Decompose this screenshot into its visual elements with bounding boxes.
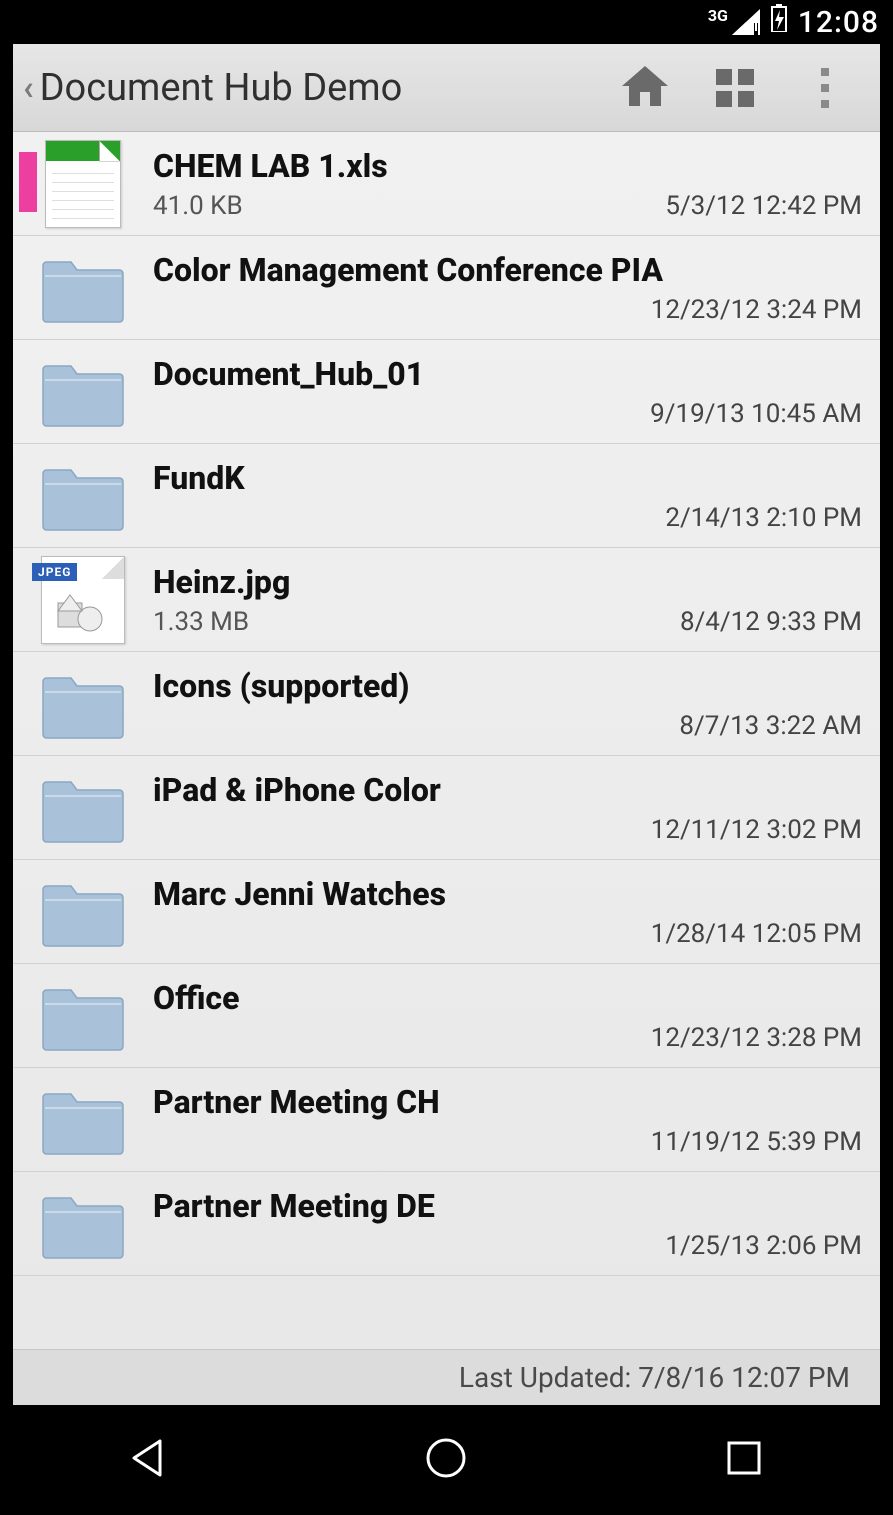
file-meta: FundK 2/14/13 2:10 PM bbox=[153, 459, 862, 533]
file-date: 12/23/12 3:28 PM bbox=[651, 1023, 862, 1053]
list-item[interactable]: JPEGHeinz.jpg 1.33 MB 8/4/12 9:33 PM bbox=[13, 548, 880, 652]
list-item[interactable]: Partner Meeting DE 1/25/13 2:06 PM bbox=[13, 1172, 880, 1276]
folder-icon bbox=[13, 460, 153, 532]
file-meta: Heinz.jpg 1.33 MB 8/4/12 9:33 PM bbox=[153, 563, 862, 637]
folder-icon bbox=[13, 1188, 153, 1260]
file-meta: iPad & iPhone Color 12/11/12 3:02 PM bbox=[153, 771, 862, 845]
action-bar: ‹ Document Hub Demo bbox=[13, 44, 880, 132]
status-bar: 3G 12:08 bbox=[0, 0, 893, 44]
file-name: Heinz.jpg bbox=[153, 563, 862, 601]
file-name: iPad & iPhone Color bbox=[153, 771, 862, 809]
square-icon bbox=[723, 1437, 765, 1483]
grid-view-button[interactable] bbox=[690, 44, 780, 132]
app-surface: ‹ Document Hub Demo CHEM LAB 1.xls 41.0 K… bbox=[13, 44, 880, 1405]
device-frame: 3G 12:08 ‹ Document Hub Demo CHEM bbox=[0, 0, 893, 1515]
grid-icon bbox=[716, 69, 754, 107]
file-date: 8/7/13 3:22 AM bbox=[679, 711, 862, 741]
file-name: Document_Hub_01 bbox=[153, 355, 862, 393]
network-label: 3G bbox=[708, 6, 728, 25]
file-date: 11/19/12 5:39 PM bbox=[651, 1127, 862, 1157]
file-date: 12/11/12 3:02 PM bbox=[651, 815, 862, 845]
list-item[interactable]: Marc Jenni Watches 1/28/14 12:05 PM bbox=[13, 860, 880, 964]
battery-icon bbox=[770, 4, 788, 40]
file-list[interactable]: CHEM LAB 1.xls 41.0 KB 5/3/12 12:42 PM Colo… bbox=[13, 132, 880, 1349]
spreadsheet-icon bbox=[13, 140, 153, 228]
file-date: 1/28/14 12:05 PM bbox=[651, 919, 862, 949]
list-item[interactable]: iPad & iPhone Color 12/11/12 3:02 PM bbox=[13, 756, 880, 860]
file-meta: Icons (supported) 8/7/13 3:22 AM bbox=[153, 667, 862, 741]
list-item[interactable]: Document_Hub_01 9/19/13 10:45 AM bbox=[13, 340, 880, 444]
nav-back-button[interactable] bbox=[49, 1405, 249, 1515]
file-size: 1.33 MB bbox=[153, 607, 249, 637]
folder-icon bbox=[13, 1084, 153, 1156]
menu-icon bbox=[821, 68, 829, 108]
file-name: Office bbox=[153, 979, 862, 1017]
file-date: 1/25/13 2:06 PM bbox=[665, 1231, 862, 1261]
list-item[interactable]: Icons (supported) 8/7/13 3:22 AM bbox=[13, 652, 880, 756]
file-meta: Document_Hub_01 9/19/13 10:45 AM bbox=[153, 355, 862, 429]
folder-icon bbox=[13, 876, 153, 948]
folder-icon bbox=[13, 356, 153, 428]
file-meta: Color Management Conference PIA 12/23/12 … bbox=[153, 251, 862, 325]
circle-icon bbox=[423, 1435, 469, 1485]
file-size: 41.0 KB bbox=[153, 191, 243, 221]
file-meta: CHEM LAB 1.xls 41.0 KB 5/3/12 12:42 PM bbox=[153, 147, 862, 221]
list-item[interactable]: Office 12/23/12 3:28 PM bbox=[13, 964, 880, 1068]
file-date: 9/19/13 10:45 AM bbox=[650, 399, 862, 429]
file-meta: Marc Jenni Watches 1/28/14 12:05 PM bbox=[153, 875, 862, 949]
file-meta: Partner Meeting DE 1/25/13 2:06 PM bbox=[153, 1187, 862, 1261]
file-name: Partner Meeting DE bbox=[153, 1187, 862, 1225]
file-date: 2/14/13 2:10 PM bbox=[665, 503, 862, 533]
file-date: 12/23/12 3:24 PM bbox=[651, 295, 862, 325]
file-date: 5/3/12 12:42 PM bbox=[665, 191, 862, 221]
back-button[interactable]: ‹ bbox=[23, 68, 38, 108]
file-meta: Partner Meeting CH 11/19/12 5:39 PM bbox=[153, 1083, 862, 1157]
folder-icon bbox=[13, 980, 153, 1052]
file-name: FundK bbox=[153, 459, 862, 497]
folder-icon bbox=[13, 772, 153, 844]
image-file-icon: JPEG bbox=[13, 556, 153, 644]
file-name: Icons (supported) bbox=[153, 667, 862, 705]
nav-recent-button[interactable] bbox=[644, 1405, 844, 1515]
home-button[interactable] bbox=[600, 44, 690, 132]
file-name: CHEM LAB 1.xls bbox=[153, 147, 862, 185]
back-triangle-icon bbox=[126, 1435, 172, 1485]
list-item[interactable]: Color Management Conference PIA 12/23/12 … bbox=[13, 236, 880, 340]
list-item[interactable]: FundK 2/14/13 2:10 PM bbox=[13, 444, 880, 548]
nav-home-button[interactable] bbox=[346, 1405, 546, 1515]
overflow-menu-button[interactable] bbox=[780, 44, 870, 132]
page-title[interactable]: Document Hub Demo bbox=[40, 66, 403, 110]
android-nav-bar bbox=[0, 1405, 893, 1515]
folder-icon bbox=[13, 252, 153, 324]
file-meta: Office 12/23/12 3:28 PM bbox=[153, 979, 862, 1053]
signal-icon: 3G bbox=[732, 9, 760, 35]
file-date: 8/4/12 9:33 PM bbox=[680, 607, 862, 637]
file-name: Marc Jenni Watches bbox=[153, 875, 862, 913]
status-clock: 12:08 bbox=[798, 5, 879, 40]
home-icon bbox=[620, 64, 670, 112]
file-name: Partner Meeting CH bbox=[153, 1083, 862, 1121]
footer-bar: Last Updated: 7/8/16 12:07 PM bbox=[13, 1349, 880, 1405]
folder-icon bbox=[13, 668, 153, 740]
last-updated-label: Last Updated: 7/8/16 12:07 PM bbox=[459, 1361, 850, 1394]
file-name: Color Management Conference PIA bbox=[153, 251, 862, 289]
list-item[interactable]: CHEM LAB 1.xls 41.0 KB 5/3/12 12:42 PM bbox=[13, 132, 880, 236]
list-item[interactable]: Partner Meeting CH 11/19/12 5:39 PM bbox=[13, 1068, 880, 1172]
